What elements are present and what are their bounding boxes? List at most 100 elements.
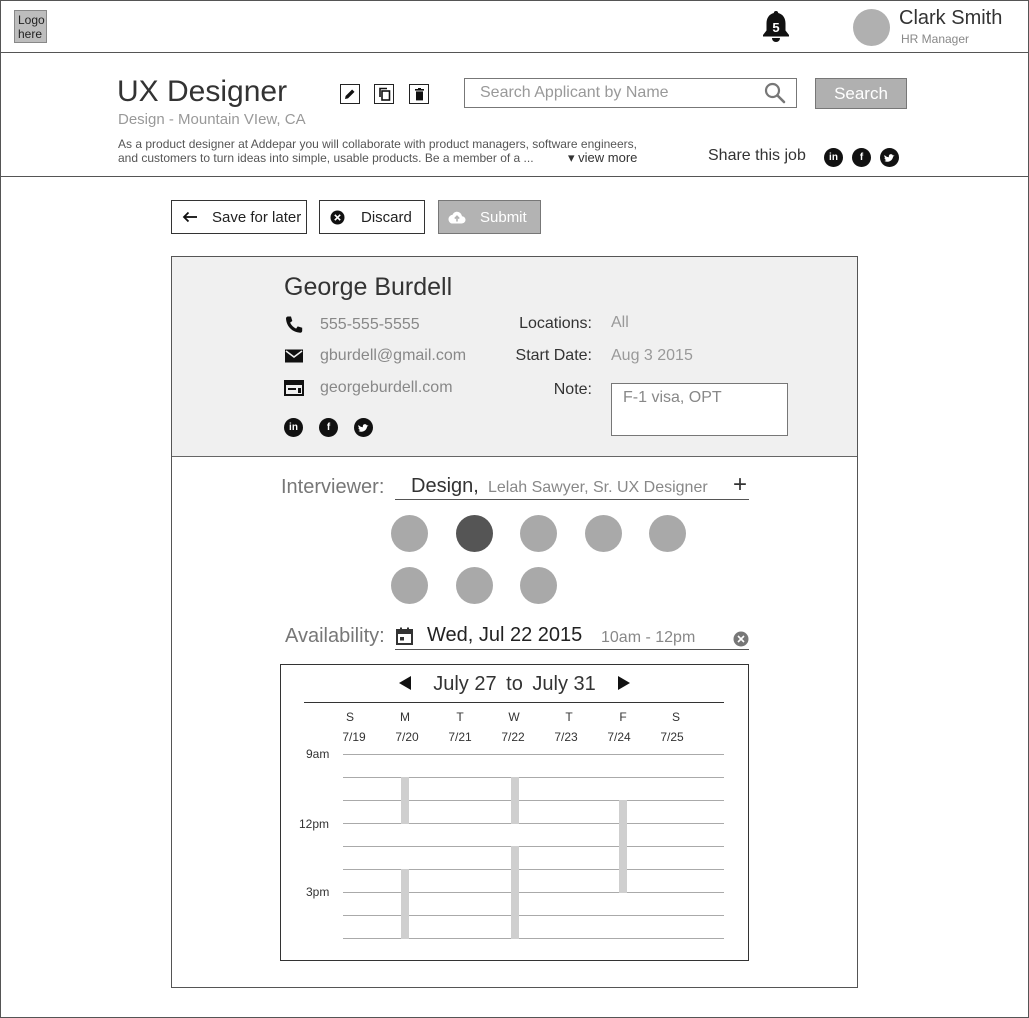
locations-label: Locations:	[519, 315, 592, 332]
calendar-time-label: 9am	[306, 747, 330, 761]
phone-icon	[286, 316, 303, 333]
applicant-card: George Burdell 555-555-5555 gburdell@gma…	[171, 256, 858, 988]
calendar-day-date[interactable]: 7/24	[599, 730, 639, 744]
save-for-later-label: Save for later	[212, 208, 302, 226]
calendar-time-label: 12pm	[299, 817, 330, 831]
interviewer-avatar[interactable]	[649, 515, 686, 552]
share-job-label: Share this job	[708, 147, 806, 164]
twitter-bird-glyph	[358, 423, 369, 432]
linkedin-icon[interactable]: in	[824, 148, 843, 167]
calendar-day-letter: F	[619, 710, 627, 724]
facebook-icon[interactable]: f	[852, 148, 871, 167]
applicant-search-input[interactable]	[464, 78, 797, 108]
calendar-day-date[interactable]: 7/20	[387, 730, 427, 744]
interviewer-department[interactable]: Design,	[411, 475, 479, 498]
calendar-next-icon[interactable]	[617, 675, 631, 691]
calendar-day-letter: M	[400, 710, 410, 724]
cloud-upload-icon	[448, 211, 466, 223]
view-more-link[interactable]: ▾ view more	[568, 150, 637, 166]
applicant-email[interactable]: gburdell@gmail.com	[320, 347, 466, 365]
trash-icon	[414, 87, 424, 100]
available-slot[interactable]	[401, 869, 409, 939]
pencil-icon	[345, 89, 355, 99]
interviewer-avatar[interactable]	[520, 515, 557, 552]
applicant-phone-row: 555-555-5555	[284, 315, 420, 335]
logo-placeholder[interactable]: Logo here	[14, 10, 47, 43]
user-role: HR Manager	[901, 32, 970, 46]
delete-job-button[interactable]	[409, 84, 429, 104]
applicant-twitter-icon[interactable]	[354, 418, 373, 437]
available-slot[interactable]	[511, 777, 519, 824]
arrow-left-icon	[182, 211, 197, 223]
availability-label: Availability:	[285, 625, 385, 647]
search-button[interactable]: Search	[815, 78, 907, 109]
duplicate-job-button[interactable]	[374, 84, 394, 104]
start-date-value: Aug 3 2015	[611, 347, 693, 364]
applicant-info-panel: George Burdell 555-555-5555 gburdell@gma…	[172, 257, 857, 457]
applicant-website[interactable]: georgeburdell.com	[320, 379, 453, 397]
available-slot[interactable]	[511, 846, 519, 939]
interviewer-label: Interviewer:	[281, 476, 385, 498]
calendar-day-letter: S	[671, 710, 680, 724]
calendar-day-date[interactable]: 7/21	[440, 730, 480, 744]
interviewer-avatar[interactable]	[585, 515, 622, 552]
interviewer-avatar[interactable]	[520, 567, 557, 604]
user-name[interactable]: Clark Smith	[899, 7, 1002, 30]
calendar-range-start: July 27	[433, 673, 497, 695]
submit-label: Submit	[480, 208, 527, 226]
interviewer-avatar-selected[interactable]	[456, 515, 493, 552]
clear-availability-icon[interactable]	[733, 631, 749, 647]
discard-button[interactable]: Discard	[319, 200, 425, 234]
calendar-day-date[interactable]: 7/19	[334, 730, 374, 744]
calendar-header-divider	[304, 702, 724, 703]
twitter-bird-glyph	[884, 153, 895, 162]
availability-date[interactable]: Wed, Jul 22 2015	[427, 624, 582, 647]
calendar-prev-icon[interactable]	[398, 675, 412, 691]
calendar-range-to: to	[506, 673, 523, 695]
notifications-bell[interactable]: 5	[758, 8, 794, 48]
interviewer-underline	[395, 499, 749, 500]
calendar-day-date[interactable]: 7/22	[493, 730, 533, 744]
interviewer-avatar[interactable]	[456, 567, 493, 604]
applicant-linkedin-icon[interactable]: in	[284, 418, 303, 437]
copy-icon	[378, 87, 390, 101]
top-bar: Logo here 5 Clark Smith HR Manager	[1, 1, 1028, 53]
locations-value: All	[611, 314, 629, 331]
edit-job-button[interactable]	[340, 84, 360, 104]
user-avatar[interactable]	[853, 9, 890, 46]
calendar-day-letter: T	[565, 710, 573, 724]
job-description-line: As a product designer at Addepar you wil…	[118, 137, 637, 151]
job-location: Design - Mountain VIew, CA	[118, 111, 306, 128]
available-slot[interactable]	[619, 800, 627, 893]
web-icon	[284, 380, 304, 396]
note-label: Note:	[553, 381, 592, 398]
calendar-icon[interactable]	[396, 627, 413, 645]
close-circle-icon	[330, 210, 345, 224]
job-title: UX Designer	[117, 75, 288, 108]
start-date-label: Start Date:	[515, 347, 592, 364]
save-for-later-button[interactable]: Save for later	[171, 200, 307, 234]
calendar-day-date[interactable]: 7/23	[546, 730, 586, 744]
applicant-facebook-icon[interactable]: f	[319, 418, 338, 437]
add-interviewer-button[interactable]: +	[733, 471, 747, 499]
calendar-range-header: July 27 to July 31	[281, 673, 748, 696]
interviewer-avatar[interactable]	[391, 567, 428, 604]
search-icon[interactable]	[764, 82, 786, 104]
note-field[interactable]: F-1 visa, OPT	[611, 383, 788, 436]
availability-underline	[395, 649, 749, 650]
calendar-day-letter: S	[345, 710, 354, 724]
availability-time[interactable]: 10am - 12pm	[601, 629, 695, 647]
calendar-grid-line	[343, 754, 724, 755]
interviewer-avatar[interactable]	[391, 515, 428, 552]
interviewer-name[interactable]: Lelah Sawyer, Sr. UX Designer	[488, 479, 708, 497]
email-icon	[285, 349, 303, 363]
discard-label: Discard	[361, 208, 412, 226]
submit-button[interactable]: Submit	[438, 200, 541, 234]
applicant-phone[interactable]: 555-555-5555	[320, 316, 420, 334]
calendar-day-date[interactable]: 7/25	[652, 730, 692, 744]
calendar-time-label: 3pm	[306, 885, 330, 899]
calendar-grid-line	[343, 846, 724, 847]
twitter-icon[interactable]	[880, 148, 899, 167]
available-slot[interactable]	[401, 777, 409, 824]
calendar-day-letter: W	[508, 710, 520, 724]
